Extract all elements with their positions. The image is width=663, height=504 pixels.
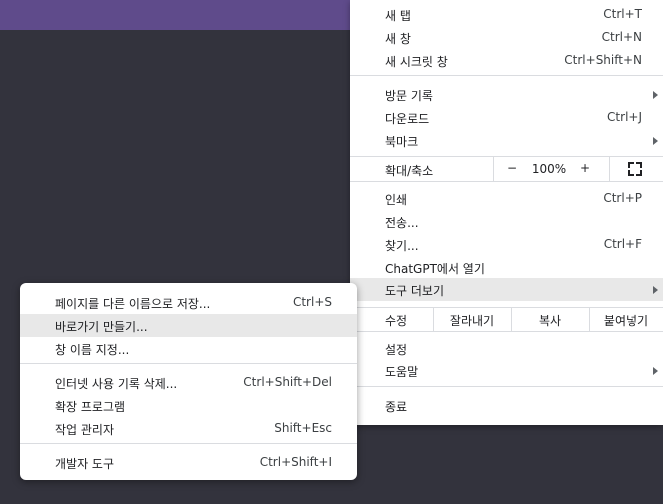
menu-item-label: 종료: [385, 400, 408, 414]
menu-divider: [20, 363, 357, 364]
zoom-in-button[interactable]: +: [578, 161, 592, 175]
menu-item-shortcut: Shift+Esc: [274, 421, 332, 435]
menu-item-label: 전송...: [385, 216, 419, 230]
chevron-right-icon: [653, 137, 658, 145]
menu-item-label: 인쇄: [385, 193, 408, 207]
edit-label: 수정: [385, 314, 408, 328]
submenu-item-task-manager[interactable]: 작업 관리자 Shift+Esc: [20, 417, 357, 440]
chevron-right-icon: [653, 286, 658, 294]
menu-item-cast[interactable]: 전송...: [350, 210, 663, 233]
menu-item-find[interactable]: 찾기... Ctrl+F: [350, 233, 663, 256]
menu-divider: [350, 331, 663, 332]
copy-button[interactable]: 복사: [512, 312, 588, 329]
menu-divider: [20, 443, 357, 444]
menu-item-shortcut: Ctrl+T: [603, 7, 642, 21]
menu-divider: [350, 181, 663, 182]
chevron-right-icon: [653, 367, 658, 375]
menu-item-print[interactable]: 인쇄 Ctrl+P: [350, 187, 663, 210]
menu-item-exit[interactable]: 종료: [350, 394, 663, 417]
zoom-label: 확대/축소: [385, 164, 434, 178]
menu-item-label: 바로가기 만들기...: [55, 320, 148, 334]
menu-item-shortcut: Ctrl+N: [601, 30, 642, 44]
menu-item-label: 새 탭: [385, 9, 411, 23]
menu-item-new-window[interactable]: 새 창 Ctrl+N: [350, 26, 663, 49]
menu-divider: [350, 75, 663, 76]
menu-item-label: ChatGPT에서 열기: [385, 262, 485, 276]
submenu-item-save-page[interactable]: 페이지를 다른 이름으로 저장... Ctrl+S: [20, 291, 357, 314]
menu-item-chatgpt[interactable]: ChatGPT에서 열기: [350, 256, 663, 279]
fullscreen-icon[interactable]: [628, 162, 642, 176]
menu-item-label: 북마크: [385, 135, 419, 149]
menu-item-label: 창 이름 지정...: [55, 343, 130, 357]
menu-item-shortcut: Ctrl+P: [603, 191, 642, 205]
menu-item-shortcut: Ctrl+Shift+Del: [243, 375, 332, 389]
menu-item-label: 설정: [385, 343, 408, 357]
edit-row: 수정 잘라내기 복사 붙여넣기: [350, 308, 663, 331]
submenu-item-clear-data[interactable]: 인터넷 사용 기록 삭제... Ctrl+Shift+Del: [20, 371, 357, 394]
submenu-item-extensions[interactable]: 확장 프로그램: [20, 394, 357, 417]
menu-item-label: 찾기...: [385, 239, 419, 253]
menu-item-shortcut: Ctrl+Shift+N: [564, 53, 642, 67]
menu-item-shortcut: Ctrl+J: [607, 110, 642, 124]
menu-item-label: 새 시크릿 창: [385, 55, 448, 69]
submenu-item-name-window[interactable]: 창 이름 지정...: [20, 337, 357, 360]
zoom-row: 확대/축소 − 100% +: [350, 157, 663, 181]
menu-item-label: 다운로드: [385, 112, 430, 126]
menu-item-bookmarks[interactable]: 북마크: [350, 129, 663, 152]
submenu-item-create-shortcut[interactable]: 바로가기 만들기...: [20, 314, 357, 337]
menu-item-more-tools[interactable]: 도구 더보기: [350, 278, 663, 301]
menu-item-shortcut: Ctrl+F: [603, 237, 642, 251]
menu-item-label: 작업 관리자: [55, 423, 115, 437]
chevron-right-icon: [653, 91, 658, 99]
browser-tab-bar: [0, 0, 350, 30]
paste-button[interactable]: 붙여넣기: [590, 312, 662, 329]
menu-item-new-tab[interactable]: 새 탭 Ctrl+T: [350, 3, 663, 26]
menu-item-label: 페이지를 다른 이름으로 저장...: [55, 297, 211, 311]
menu-item-label: 새 창: [385, 32, 411, 46]
zoom-out-button[interactable]: −: [505, 161, 519, 175]
menu-item-label: 방문 기록: [385, 89, 433, 103]
cut-button[interactable]: 잘라내기: [434, 312, 510, 329]
menu-item-label: 인터넷 사용 기록 삭제...: [55, 377, 178, 391]
menu-item-history[interactable]: 방문 기록: [350, 83, 663, 106]
menu-item-label: 개발자 도구: [55, 457, 115, 471]
menu-item-downloads[interactable]: 다운로드 Ctrl+J: [350, 106, 663, 129]
menu-item-label: 확장 프로그램: [55, 400, 126, 414]
menu-item-shortcut: Ctrl+Shift+I: [259, 455, 332, 469]
submenu-item-dev-tools[interactable]: 개발자 도구 Ctrl+Shift+I: [20, 451, 357, 474]
menu-item-incognito[interactable]: 새 시크릿 창 Ctrl+Shift+N: [350, 49, 663, 72]
menu-divider: [350, 386, 663, 387]
zoom-level: 100%: [531, 162, 567, 176]
menu-item-shortcut: Ctrl+S: [292, 295, 332, 309]
menu-item-help[interactable]: 도움말: [350, 359, 663, 382]
more-tools-submenu: 페이지를 다른 이름으로 저장... Ctrl+S 바로가기 만들기... 창 …: [20, 283, 357, 480]
menu-item-label: 도움말: [385, 365, 419, 379]
chrome-main-menu: 새 탭 Ctrl+T 새 창 Ctrl+N 새 시크릿 창 Ctrl+Shift…: [350, 0, 663, 425]
menu-item-label: 도구 더보기: [385, 284, 445, 298]
menu-item-settings[interactable]: 설정: [350, 337, 663, 360]
